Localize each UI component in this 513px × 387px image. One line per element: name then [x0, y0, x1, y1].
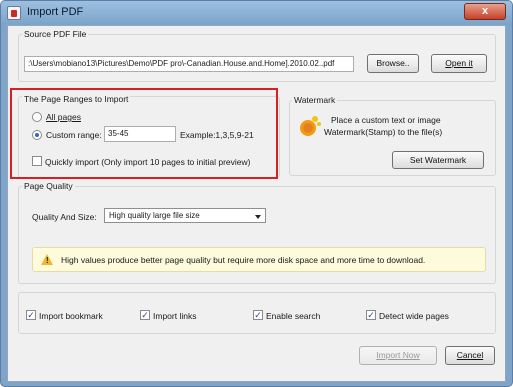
enable-search-label[interactable]: Enable search	[266, 311, 320, 321]
cancel-label: Cancel	[456, 350, 484, 360]
source-pdf-group-label: Source PDF File	[22, 29, 89, 39]
dialog-body: Source PDF File :\Users\mobiano13\Pictur…	[7, 25, 506, 382]
open-it-button[interactable]: Open it	[431, 54, 487, 73]
chevron-down-icon	[255, 215, 261, 219]
pdf-app-icon	[7, 6, 21, 20]
detect-wide-pages-checkbox[interactable]: ✓	[366, 310, 376, 320]
window-title: Import PDF	[27, 6, 84, 18]
import-bookmark-label[interactable]: Import bookmark	[39, 311, 103, 321]
quality-size-value: High quality large file size	[109, 211, 200, 220]
quality-size-label: Quality And Size:	[32, 212, 97, 222]
set-watermark-button[interactable]: Set Watermark	[392, 151, 484, 169]
quality-warning-text: High values produce better page quality …	[61, 255, 426, 265]
close-button[interactable]: x	[464, 3, 506, 20]
watermark-description-2: Watermark(Stamp) to the file(s)	[324, 127, 443, 137]
quality-warning-box: High values produce better page quality …	[32, 247, 486, 272]
import-now-button[interactable]: Import Now	[359, 346, 437, 365]
page-quality-group-label: Page Quality	[22, 181, 75, 191]
import-links-label[interactable]: Import links	[153, 311, 196, 321]
open-it-button-label: Open it	[445, 58, 473, 68]
watermark-description-1: Place a custom text or image	[331, 115, 441, 125]
import-links-checkbox[interactable]: ✓	[140, 310, 150, 320]
import-now-label: Import Now	[376, 350, 420, 360]
watermark-stamp-icon	[300, 116, 321, 136]
browse-button[interactable]: Browse..	[367, 54, 419, 73]
cancel-button[interactable]: Cancel	[445, 346, 495, 365]
quality-size-select[interactable]: High quality large file size	[104, 208, 266, 223]
import-bookmark-checkbox[interactable]: ✓	[26, 310, 36, 320]
enable-search-checkbox[interactable]: ✓	[253, 310, 263, 320]
warning-icon	[41, 254, 53, 265]
detect-wide-pages-label[interactable]: Detect wide pages	[379, 311, 449, 321]
title-bar[interactable]: Import PDF x	[1, 1, 512, 25]
browse-button-label: Browse..	[376, 58, 410, 68]
highlight-annotation	[10, 88, 278, 179]
source-path-field[interactable]: :\Users\mobiano13\Pictures\Demo\PDF pro\…	[24, 56, 354, 72]
watermark-group-label: Watermark	[292, 95, 338, 105]
set-watermark-label: Set Watermark	[409, 155, 467, 165]
import-pdf-window: Import PDF x Source PDF File :\Users\mob…	[0, 0, 513, 387]
